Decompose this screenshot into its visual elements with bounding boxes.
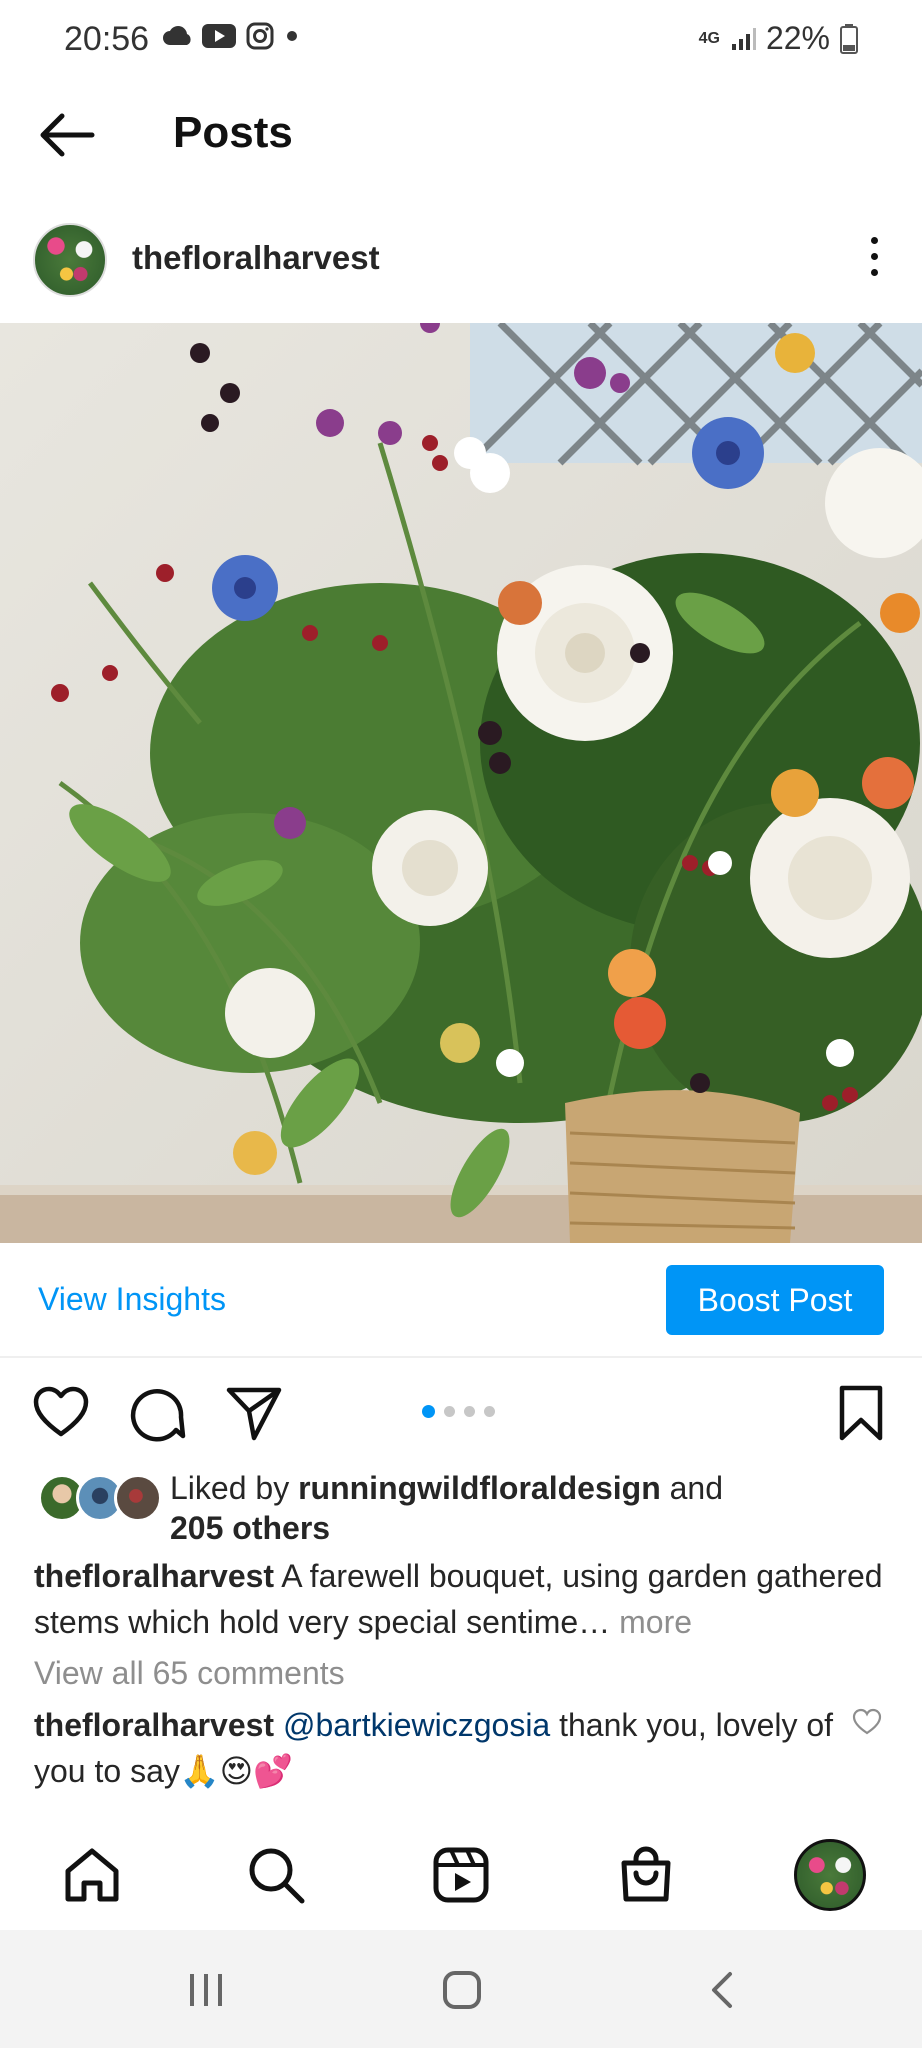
comment-like-button[interactable] (852, 1708, 882, 1736)
comment-username[interactable]: thefloralharvest (34, 1707, 274, 1743)
save-button[interactable] (832, 1384, 890, 1442)
heart-icon (852, 1708, 882, 1735)
home-system-button[interactable] (442, 1970, 482, 2015)
network-type: 4G (698, 29, 720, 47)
more-dot (870, 253, 878, 260)
nav-reels[interactable] (431, 1845, 491, 1905)
status-bar: 20:56 4G 22% (0, 0, 922, 80)
carousel-indicator (422, 1405, 495, 1418)
cloud-icon (163, 26, 191, 45)
share-button[interactable] (225, 1384, 283, 1442)
recent-apps-button[interactable] (186, 1970, 226, 2015)
caption-username[interactable]: thefloralharvest (34, 1558, 274, 1594)
page-title: Posts (173, 108, 293, 157)
post-image[interactable] (0, 323, 922, 1243)
shopping-bag-icon (621, 1846, 671, 1902)
likes-middle: and (660, 1470, 724, 1506)
nav-search[interactable] (246, 1845, 306, 1905)
notification-icons (162, 22, 300, 50)
comment-item: thefloralharvest @bartkiewiczgosia thank… (34, 1702, 834, 1794)
liker-avatars[interactable] (38, 1474, 162, 1522)
send-icon (226, 1387, 282, 1441)
signal-icon (731, 27, 756, 50)
likes-summary: Liked by runningwildfloraldesign and 205… (0, 1468, 922, 1548)
carousel-dot (464, 1406, 475, 1417)
post-username[interactable]: thefloralharvest (132, 239, 380, 277)
comment-button[interactable] (128, 1384, 186, 1442)
youtube-icon (202, 24, 236, 48)
nav-profile-avatar[interactable] (794, 1839, 866, 1911)
bottom-nav (0, 1815, 922, 1930)
post-header: thefloralharvest (0, 215, 922, 305)
boost-post-button[interactable]: Boost Post (666, 1265, 884, 1335)
nav-home[interactable] (62, 1845, 122, 1905)
like-button[interactable] (32, 1384, 90, 1442)
likes-text: Liked by runningwildfloraldesign and 205… (170, 1468, 890, 1548)
home-square-icon (443, 1971, 481, 2009)
status-time: 20:56 (64, 20, 150, 58)
likes-others[interactable]: 205 others (170, 1510, 330, 1546)
recent-apps-icon (190, 1974, 222, 2006)
carousel-dot (444, 1406, 455, 1417)
status-right: 4G 22% (699, 20, 858, 57)
carousel-dot (422, 1405, 435, 1418)
caption-more-link[interactable]: more (610, 1604, 692, 1640)
caption: thefloralharvest A farewell bouquet, usi… (34, 1553, 894, 1645)
avatar[interactable] (33, 223, 107, 297)
avatar (114, 1474, 162, 1522)
view-all-comments-link[interactable]: View all 65 comments (34, 1655, 345, 1692)
back-button[interactable] (36, 110, 98, 160)
back-system-button[interactable] (706, 1970, 736, 2015)
bouquet-illustration (0, 323, 922, 1243)
nav-shop[interactable] (616, 1845, 676, 1905)
chevron-left-icon (712, 1972, 732, 2008)
reels-icon (433, 1847, 489, 1903)
search-icon (249, 1848, 305, 1904)
insights-row: View Insights Boost Post (0, 1243, 922, 1358)
carousel-dot (484, 1406, 495, 1417)
home-icon (65, 1848, 119, 1902)
likes-prefix: Liked by (170, 1470, 299, 1506)
comment-mention[interactable]: @bartkiewiczgosia (283, 1707, 550, 1743)
comment-icon (130, 1389, 186, 1442)
arrow-left-icon (40, 113, 95, 157)
battery-icon (840, 23, 858, 54)
post-actions (0, 1378, 922, 1448)
instagram-icon (246, 22, 274, 50)
more-options-button[interactable] (868, 237, 880, 283)
liker-username[interactable]: runningwildfloraldesign (298, 1470, 661, 1506)
app-header: Posts (0, 80, 922, 190)
battery-percent: 22% (765, 20, 830, 56)
dot-icon (287, 31, 297, 41)
more-dot (870, 269, 878, 276)
bookmark-icon (839, 1385, 883, 1441)
heart-icon (33, 1386, 89, 1437)
more-dot (870, 237, 878, 244)
view-insights-link[interactable]: View Insights (38, 1281, 226, 1318)
system-nav-bar (0, 1930, 922, 2048)
